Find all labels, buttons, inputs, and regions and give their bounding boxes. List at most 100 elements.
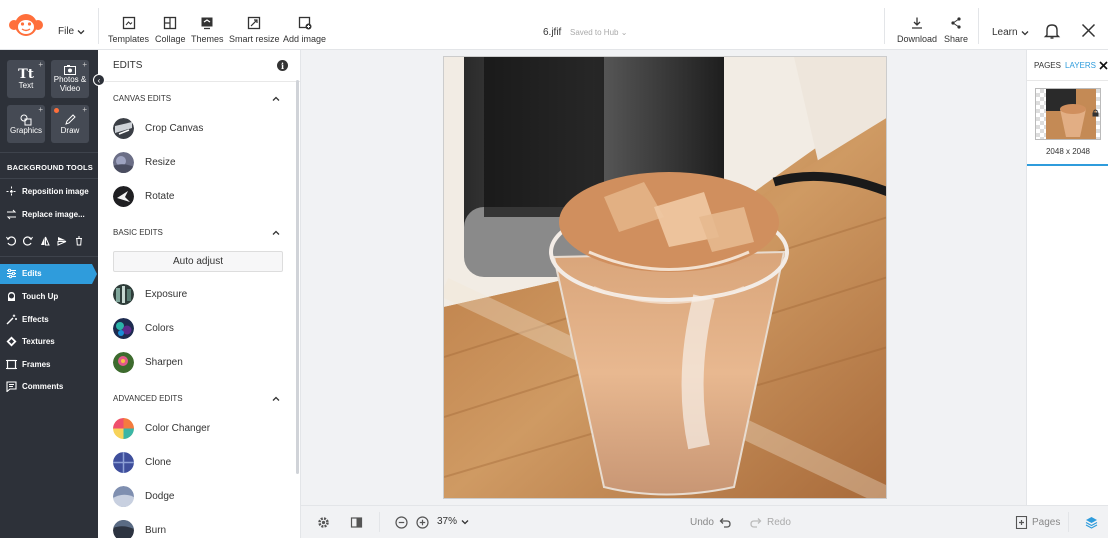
undo-label: Undo: [690, 517, 714, 528]
collage-label: Collage: [155, 34, 186, 44]
photos-icon: [64, 65, 76, 75]
templates-button[interactable]: Templates: [108, 16, 149, 44]
rotate-button[interactable]: Rotate: [113, 186, 174, 207]
divider: [1068, 512, 1069, 532]
collapse-panel-button[interactable]: ‹: [93, 74, 105, 86]
file-menu-label: File: [58, 26, 75, 37]
chevron-up-icon[interactable]: [272, 229, 280, 237]
sidebar-item-label: Edits: [22, 269, 42, 278]
save-status[interactable]: Saved to Hub ⌄: [570, 28, 627, 37]
color-changer-button[interactable]: Color Changer: [113, 418, 210, 439]
sidebar-item-edits[interactable]: Edits: [6, 268, 42, 279]
redo-button[interactable]: Redo: [750, 516, 791, 529]
sidebar-item-frames[interactable]: Frames: [6, 359, 50, 370]
graphics-tool[interactable]: + Graphics: [7, 105, 45, 143]
text-tool[interactable]: + Tt Text: [7, 60, 45, 98]
compare-button[interactable]: [350, 516, 363, 529]
panel-scrollbar[interactable]: [296, 80, 299, 474]
add-image-icon: [298, 16, 312, 30]
dodge-thumb: [113, 486, 134, 507]
canvas-photo[interactable]: [443, 56, 887, 499]
undo-button[interactable]: Undo: [690, 516, 731, 529]
collage-button[interactable]: Collage: [155, 16, 186, 44]
zoom-in-button[interactable]: [416, 516, 429, 529]
photos-video-tool[interactable]: + Photos & Video: [51, 60, 89, 98]
clone-thumb: [113, 452, 134, 473]
layer-selected-indicator: [1027, 164, 1108, 166]
templates-label: Templates: [108, 34, 150, 44]
draw-tool[interactable]: + Draw: [51, 105, 89, 143]
sidebar-item-effects[interactable]: Effects: [6, 314, 49, 325]
color-changer-thumb: [113, 418, 134, 439]
download-icon: [912, 17, 923, 29]
learn-label: Learn: [992, 27, 1018, 38]
save-status-label: Saved to Hub: [570, 28, 619, 37]
burn-button[interactable]: Burn: [113, 520, 166, 538]
zoom-out-button[interactable]: [395, 516, 408, 529]
replace-image-button[interactable]: Replace image...: [6, 209, 85, 220]
chevron-down-icon: [1021, 30, 1029, 35]
tab-layers[interactable]: LAYERS: [1065, 61, 1096, 70]
layer-dimensions: 2048 x 2048: [1045, 147, 1091, 156]
clone-button[interactable]: Clone: [113, 452, 171, 473]
document-title[interactable]: 6.jfif: [543, 27, 561, 38]
rotate-left-icon[interactable]: [6, 236, 16, 246]
compare-icon: [350, 517, 363, 528]
flip-horizontal-icon[interactable]: [40, 236, 50, 246]
sidebar-item-comments[interactable]: Comments: [6, 381, 63, 392]
bell-icon[interactable]: [1043, 22, 1061, 40]
download-button[interactable]: Download: [897, 16, 937, 44]
colors-button[interactable]: Colors: [113, 318, 174, 339]
info-icon[interactable]: i: [277, 60, 288, 71]
add-image-label: Add image: [283, 34, 327, 44]
learn-menu[interactable]: Learn: [992, 27, 1029, 38]
add-image-button[interactable]: Add image: [283, 16, 326, 44]
tab-pages[interactable]: PAGES: [1034, 61, 1061, 70]
text-icon: Tt: [18, 67, 34, 82]
tool-sidebar: + Tt Text + Photos & Video + Graphics + …: [0, 50, 98, 538]
flip-vertical-icon[interactable]: [57, 236, 67, 246]
exposure-button[interactable]: Exposure: [113, 284, 187, 305]
themes-button[interactable]: Themes: [191, 16, 224, 44]
edit-item-label: Dodge: [145, 491, 175, 502]
plus-icon: +: [82, 105, 87, 114]
textures-icon: [6, 336, 17, 347]
canvas-area: [301, 50, 1026, 505]
auto-adjust-button[interactable]: Auto adjust: [113, 251, 283, 272]
dodge-button[interactable]: Dodge: [113, 486, 174, 507]
sharpen-button[interactable]: Sharpen: [113, 352, 183, 373]
settings-button[interactable]: [317, 516, 330, 529]
resize-button[interactable]: Resize: [113, 152, 176, 173]
graphics-icon: [20, 114, 32, 125]
picmonkey-logo-icon[interactable]: [8, 12, 44, 38]
close-icon[interactable]: [1081, 23, 1096, 38]
lock-icon[interactable]: [1092, 109, 1099, 117]
share-button[interactable]: Share: [944, 16, 968, 44]
smart-resize-button[interactable]: Smart resize: [229, 16, 280, 44]
reposition-image-button[interactable]: Reposition image: [6, 186, 89, 197]
layers-panel: PAGES LAYERS 2048 x 2048: [1026, 50, 1108, 505]
active-arrow: [92, 264, 97, 284]
file-menu[interactable]: File: [58, 26, 85, 37]
layers-toggle-button[interactable]: [1085, 516, 1098, 529]
chevron-up-icon[interactable]: [272, 95, 280, 103]
layer-thumbnail[interactable]: [1035, 88, 1101, 140]
themes-label: Themes: [191, 34, 224, 44]
divider: [0, 152, 98, 153]
redo-label: Redo: [767, 517, 791, 528]
smart-resize-label: Smart resize: [229, 34, 280, 44]
sidebar-item-textures[interactable]: Textures: [6, 336, 55, 347]
background-transform-tools: [6, 236, 84, 246]
panel-title: EDITS: [113, 60, 143, 71]
pages-button[interactable]: Pages: [1015, 516, 1060, 529]
close-panel-icon[interactable]: [1099, 61, 1108, 70]
zoom-level-dropdown[interactable]: 37%: [437, 516, 469, 527]
rotate-right-icon[interactable]: [23, 236, 33, 246]
sidebar-item-touch-up[interactable]: Touch Up: [6, 291, 58, 302]
chevron-up-icon[interactable]: [272, 395, 280, 403]
smart-resize-icon: [248, 16, 261, 30]
trash-icon[interactable]: [74, 236, 84, 246]
colors-thumb: [113, 318, 134, 339]
crop-canvas-button[interactable]: Crop Canvas: [113, 118, 203, 139]
edit-item-label: Burn: [145, 525, 167, 536]
